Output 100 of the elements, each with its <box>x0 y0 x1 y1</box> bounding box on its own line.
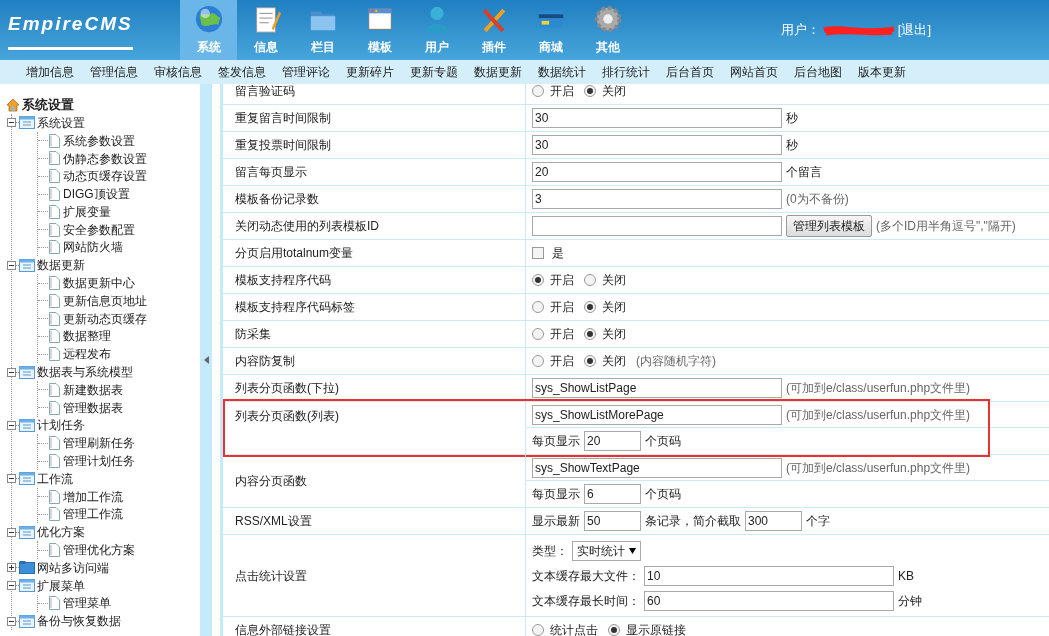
page-icon <box>48 187 60 202</box>
tree-item[interactable]: 管理菜单 <box>63 594 111 613</box>
page-icon <box>48 169 60 184</box>
radio-button[interactable] <box>608 624 620 636</box>
radio-button[interactable] <box>532 355 544 367</box>
submenu-link[interactable]: 审核信息 <box>154 63 202 81</box>
tree-item[interactable]: DIGG顶设置 <box>63 185 130 204</box>
tree-node[interactable]: 扩展菜单 <box>37 576 85 595</box>
input-field[interactable]: 20 <box>584 431 641 451</box>
input-field[interactable]: 60 <box>644 590 894 611</box>
radio-button[interactable] <box>584 328 596 340</box>
input-field[interactable]: 30 <box>532 108 782 128</box>
submenu-link[interactable]: 网站首页 <box>730 63 778 81</box>
tree-item[interactable]: 伪静态参数设置 <box>63 149 147 168</box>
radio-label: 统计点击 <box>550 622 598 636</box>
radio-button[interactable] <box>532 274 544 286</box>
setting-label: 防采集 <box>235 326 271 343</box>
hint-text: (内容随机字符) <box>636 353 716 370</box>
dropdown[interactable]: 实时统计 <box>572 540 641 561</box>
radio-button[interactable] <box>532 301 544 313</box>
submenu-link[interactable]: 后台地图 <box>794 63 842 81</box>
setting-label: 内容分页函数 <box>235 473 307 490</box>
setting-label: 重复留言时间限制 <box>235 110 331 127</box>
tree-item[interactable]: 系统参数设置 <box>63 131 135 150</box>
submenu-link[interactable]: 数据统计 <box>538 63 586 81</box>
tree-item[interactable]: 管理工作流 <box>63 505 123 524</box>
submenu-link[interactable]: 签发信息 <box>218 63 266 81</box>
tree-root-label[interactable]: 系统设置 <box>22 95 74 115</box>
input-field[interactable]: 30 <box>532 135 782 155</box>
tree-item[interactable]: 管理优化方案 <box>63 541 135 560</box>
submenu-link[interactable]: 后台首页 <box>666 63 714 81</box>
tree-item[interactable]: 管理刷新任务 <box>63 434 135 453</box>
radio-button[interactable] <box>584 85 596 97</box>
submenu-link[interactable]: 数据更新 <box>474 63 522 81</box>
tree-item[interactable]: 网站防火墙 <box>63 238 123 257</box>
tree-node[interactable]: 数据表与系统模型 <box>37 363 133 382</box>
hint-text: (可加到e/class/userfun.php文件里) <box>786 406 971 424</box>
radio-button[interactable] <box>532 624 544 636</box>
collapse-toggle-icon[interactable] <box>7 616 16 626</box>
input-field[interactable]: 6 <box>584 484 641 504</box>
setting-label: 点击统计设置 <box>235 567 307 585</box>
input-field[interactable]: 50 <box>584 511 641 531</box>
collapse-toggle-icon[interactable] <box>7 581 16 591</box>
input-field[interactable]: 20 <box>532 162 782 182</box>
tree-item[interactable]: 管理数据表 <box>63 398 123 417</box>
input-field[interactable]: 300 <box>745 511 802 531</box>
submenu-link[interactable]: 排行统计 <box>602 63 650 81</box>
tree-item[interactable]: 新建数据表 <box>63 380 123 399</box>
radio-button[interactable] <box>584 355 596 367</box>
submenu-link[interactable]: 管理信息 <box>90 63 138 81</box>
submenu-link[interactable]: 管理评论 <box>282 63 330 81</box>
input-field[interactable] <box>532 216 782 236</box>
collapse-toggle-icon[interactable] <box>7 527 16 537</box>
folder-icon <box>19 560 35 576</box>
submenu-link[interactable]: 增加信息 <box>26 63 74 81</box>
submenu-link[interactable]: 更新专题 <box>410 63 458 81</box>
collapse-toggle-icon[interactable] <box>7 260 16 270</box>
tree-item[interactable]: 增加工作流 <box>63 487 123 506</box>
radio-button[interactable] <box>584 301 596 313</box>
collapse-arrow-icon[interactable] <box>203 356 209 364</box>
tree-item[interactable]: 数据更新中心 <box>63 274 135 293</box>
tree-node[interactable]: 计划任务 <box>37 416 85 435</box>
input-field[interactable]: 10 <box>644 565 894 586</box>
tree-item[interactable]: 动态页缓存设置 <box>63 167 147 186</box>
tree-item[interactable]: 更新信息页地址 <box>63 291 147 310</box>
field-text: 类型： <box>532 542 568 560</box>
page-icon <box>48 507 60 522</box>
home-icon <box>6 98 20 112</box>
manage-button[interactable]: 管理列表模板 <box>786 215 872 237</box>
tree-node[interactable]: 工作流 <box>37 469 73 488</box>
radio-button[interactable] <box>532 85 544 97</box>
tree-node[interactable]: 网站多访问端 <box>37 558 109 577</box>
checkbox[interactable] <box>532 247 544 259</box>
page-icon <box>48 240 60 255</box>
setting-label: 模板备份记录数 <box>235 191 319 208</box>
folder-icon <box>19 115 35 131</box>
submenu-link[interactable]: 版本更新 <box>858 63 906 81</box>
input-field[interactable]: 3 <box>532 189 782 209</box>
page-icon <box>48 489 60 504</box>
submenu-link[interactable]: 更新碎片 <box>346 63 394 81</box>
tree-item[interactable]: 数据整理 <box>63 327 111 346</box>
tree-node[interactable]: 系统设置 <box>37 113 85 132</box>
input-field[interactable]: sys_ShowTextPage <box>532 457 782 478</box>
tree-item[interactable]: 安全参数配置 <box>63 220 135 239</box>
input-field[interactable]: sys_ShowListPage <box>532 378 782 398</box>
expand-toggle-icon[interactable] <box>7 563 16 573</box>
tree-item[interactable]: 管理计划任务 <box>63 452 135 471</box>
collapse-toggle-icon[interactable] <box>7 474 16 484</box>
radio-button[interactable] <box>532 328 544 340</box>
collapse-toggle-icon[interactable] <box>7 420 16 430</box>
tree-item[interactable]: 远程发布 <box>63 345 111 364</box>
tree-item[interactable]: 更新动态页缓存 <box>63 309 147 328</box>
tree-node[interactable]: 数据更新 <box>37 256 85 275</box>
input-field[interactable]: sys_ShowListMorePage <box>532 404 782 425</box>
tree-node[interactable]: 备份与恢复数据 <box>37 612 121 631</box>
collapse-toggle-icon[interactable] <box>7 367 16 377</box>
tree-item[interactable]: 扩展变量 <box>63 202 111 221</box>
radio-button[interactable] <box>584 274 596 286</box>
collapse-toggle-icon[interactable] <box>7 118 16 128</box>
tree-node[interactable]: 优化方案 <box>37 523 85 542</box>
